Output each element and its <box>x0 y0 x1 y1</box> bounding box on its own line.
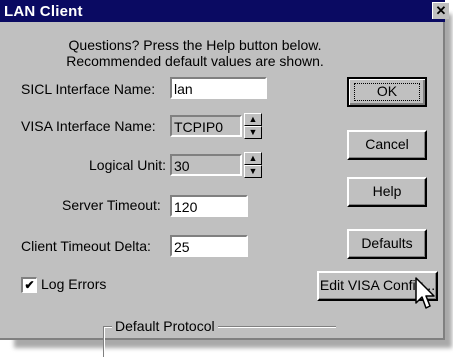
logical-unit-label: Logical Unit: <box>89 157 167 173</box>
server-timeout-input[interactable]: 120 <box>170 195 248 217</box>
title-bar[interactable]: LAN Client ✕ <box>0 0 449 22</box>
hint-line-1: Questions? Press the Help button below. <box>68 37 322 53</box>
log-errors-label[interactable]: Log Errors <box>41 276 106 292</box>
spin-up-icon[interactable]: ▲ <box>244 113 262 126</box>
focus-indicator <box>354 83 420 101</box>
client-timeout-label: Client Timeout Delta: <box>21 238 151 254</box>
logical-unit-input[interactable]: 30 <box>170 154 242 176</box>
spin-down-icon[interactable]: ▼ <box>244 126 262 139</box>
visa-interface-input[interactable]: TCPIP0 <box>170 115 242 137</box>
help-button[interactable]: Help <box>347 177 427 207</box>
visa-interface-spinner[interactable]: ▲ ▼ <box>244 113 262 139</box>
logical-unit-spinner[interactable]: ▲ ▼ <box>244 152 262 178</box>
spin-down-icon[interactable]: ▼ <box>244 165 262 178</box>
close-icon[interactable]: ✕ <box>432 2 449 19</box>
default-protocol-label: Default Protocol <box>112 318 218 334</box>
ok-button[interactable]: OK <box>347 77 427 107</box>
hint-line-2: Recommended default values are shown. <box>66 53 324 69</box>
help-hint: Questions? Press the Help button below. … <box>64 37 326 69</box>
window-title: LAN Client <box>4 3 83 20</box>
visa-interface-label: VISA Interface Name: <box>21 118 156 134</box>
lan-client-dialog: LAN Client ✕ Questions? Press the Help b… <box>0 0 449 357</box>
sicl-interface-input[interactable]: lan <box>170 77 267 99</box>
sicl-interface-label: SICL Interface Name: <box>21 81 156 97</box>
cancel-button[interactable]: Cancel <box>347 130 427 160</box>
defaults-button[interactable]: Defaults <box>347 229 427 259</box>
server-timeout-label: Server Timeout: <box>62 197 161 213</box>
log-errors-checkbox[interactable]: ✔ <box>21 277 37 293</box>
spin-up-icon[interactable]: ▲ <box>244 152 262 165</box>
mouse-pointer-icon <box>415 277 435 309</box>
client-timeout-input[interactable]: 25 <box>170 235 248 257</box>
